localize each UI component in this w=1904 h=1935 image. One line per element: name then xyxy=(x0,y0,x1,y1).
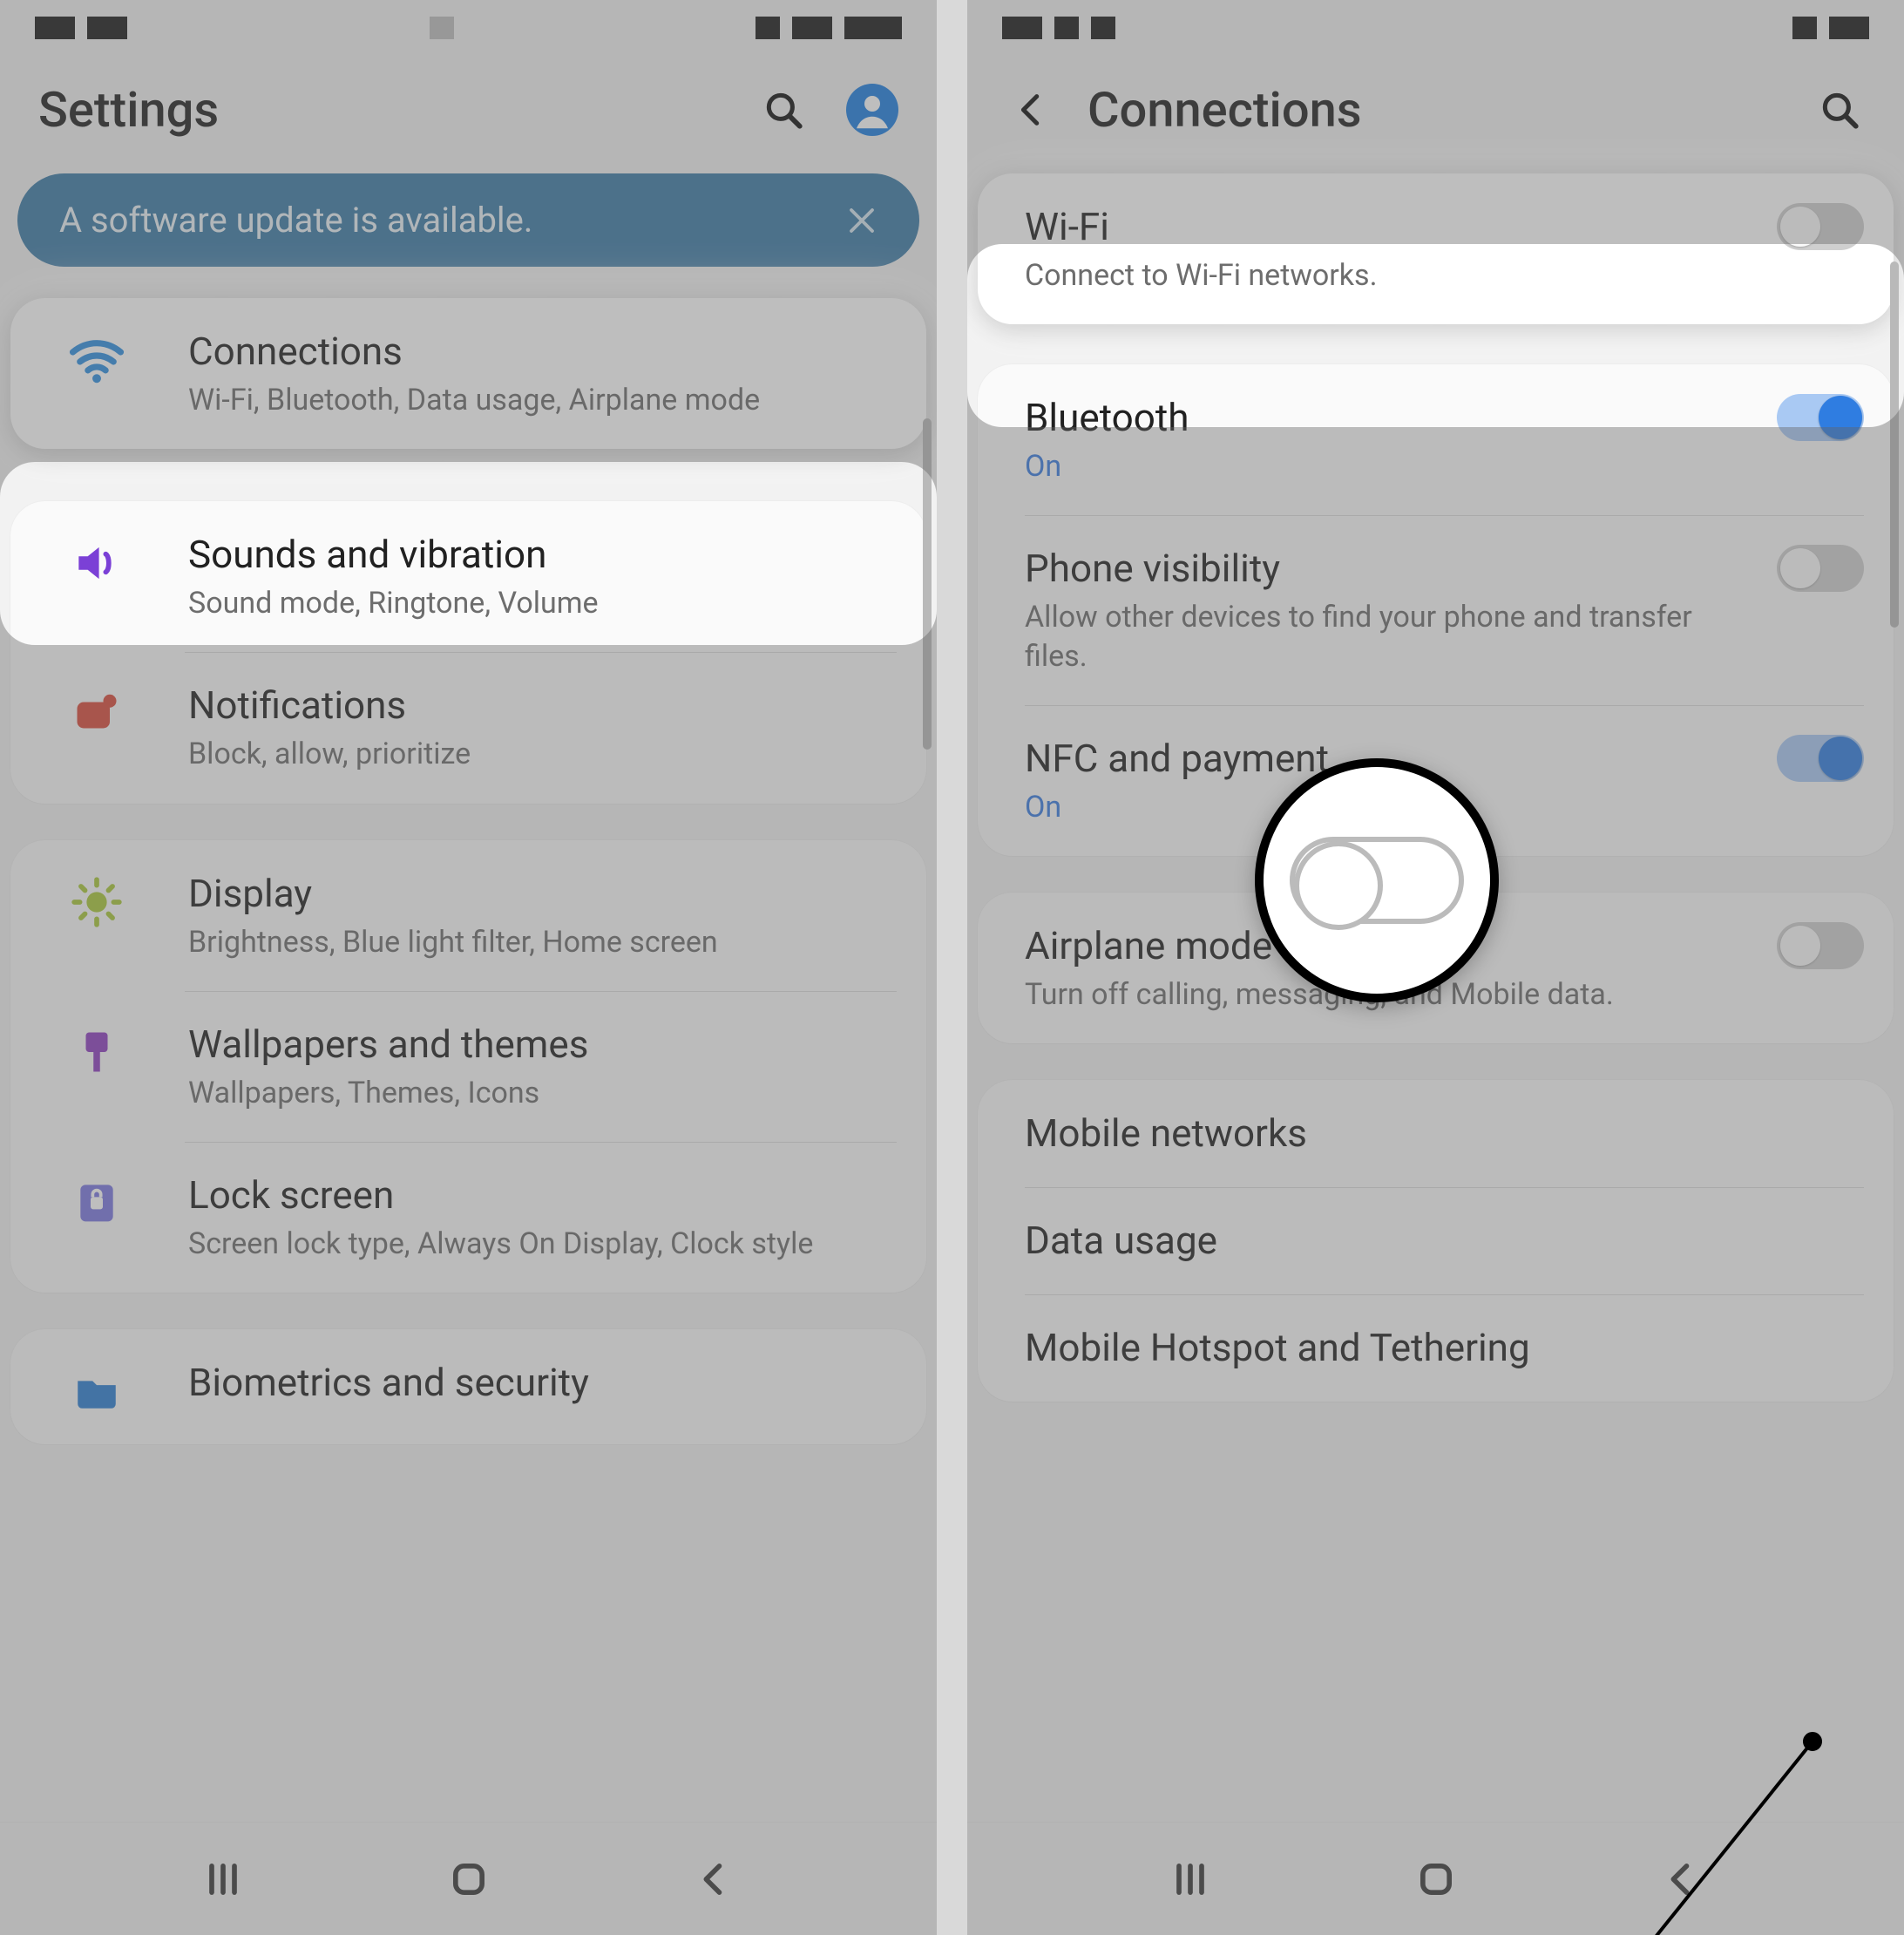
row-subtitle: Allow other devices to find your phone a… xyxy=(1025,598,1724,675)
airplane-mode-toggle[interactable] xyxy=(1777,922,1864,969)
status-signal-icon xyxy=(792,17,832,39)
folder-icon xyxy=(71,1364,122,1415)
banner-text: A software update is available. xyxy=(59,200,532,241)
back-icon xyxy=(691,1857,736,1902)
status-icon xyxy=(1054,17,1079,39)
row-subtitle: Wi-Fi, Bluetooth, Data usage, Airplane m… xyxy=(188,381,897,419)
row-subtitle: On xyxy=(1025,447,1724,485)
display-icon xyxy=(70,875,124,929)
status-icon xyxy=(87,17,127,39)
status-signal-icon xyxy=(756,17,780,39)
row-subtitle: Brightness, Blue light filter, Home scre… xyxy=(188,923,897,961)
row-title: Bluetooth xyxy=(1025,394,1724,442)
search-icon xyxy=(762,88,805,132)
phone-settings: Settings A software update is available.… xyxy=(0,0,937,1935)
status-battery-icon xyxy=(1829,17,1869,39)
settings-group: Biometrics and security xyxy=(10,1329,926,1444)
connections-row-phone-visibility[interactable]: Phone visibility Allow other devices to … xyxy=(978,515,1894,704)
app-header: Connections xyxy=(967,39,1904,173)
navigation-bar xyxy=(0,1822,937,1935)
status-icon xyxy=(430,17,454,39)
chevron-left-icon xyxy=(1012,90,1052,130)
nav-back-button[interactable] xyxy=(691,1857,736,1902)
row-title: Display xyxy=(188,870,897,918)
row-subtitle: Sound mode, Ringtone, Volume xyxy=(188,584,897,622)
nfc-toggle[interactable] xyxy=(1777,735,1864,782)
row-title: Mobile networks xyxy=(1025,1110,1864,1158)
connections-row-hotspot[interactable]: Mobile Hotspot and Tethering xyxy=(978,1294,1894,1402)
paint-icon xyxy=(71,1026,123,1078)
row-title: Biometrics and security xyxy=(188,1359,897,1407)
status-bar xyxy=(967,0,1904,39)
phone-connections: Connections Wi-Fi Connect to Wi-Fi netwo… xyxy=(967,0,1904,1935)
page-title: Settings xyxy=(38,81,219,139)
settings-row-connections[interactable]: Connections Wi-Fi, Bluetooth, Data usage… xyxy=(10,298,926,449)
row-subtitle: Connect to Wi-Fi networks. xyxy=(1025,256,1724,295)
bluetooth-toggle[interactable] xyxy=(1777,394,1864,441)
notifications-icon xyxy=(71,687,123,739)
search-button[interactable] xyxy=(1813,84,1866,136)
row-title: Notifications xyxy=(188,682,897,730)
sound-icon xyxy=(70,536,124,590)
wifi-toggle[interactable] xyxy=(1777,203,1864,250)
settings-row-wallpapers[interactable]: Wallpapers and themes Wallpapers, Themes… xyxy=(10,991,926,1142)
status-bar xyxy=(0,0,937,39)
settings-row-sounds[interactable]: Sounds and vibration Sound mode, Rington… xyxy=(10,501,926,652)
settings-row-lockscreen[interactable]: Lock screen Screen lock type, Always On … xyxy=(10,1142,926,1293)
status-signal-icon xyxy=(1792,17,1817,39)
connections-row-data-usage[interactable]: Data usage xyxy=(978,1187,1894,1294)
close-icon xyxy=(846,205,877,236)
settings-group: Display Brightness, Blue light filter, H… xyxy=(10,840,926,1293)
row-title: Wi-Fi xyxy=(1025,203,1724,251)
recents-icon xyxy=(200,1857,246,1902)
header-back-button[interactable] xyxy=(1006,84,1058,136)
row-subtitle: Block, allow, prioritize xyxy=(188,735,897,773)
connections-group: Mobile networks Data usage Mobile Hotspo… xyxy=(978,1080,1894,1402)
row-title: Connections xyxy=(188,328,897,376)
search-button[interactable] xyxy=(757,84,810,136)
search-icon xyxy=(1818,88,1861,132)
app-header: Settings xyxy=(0,39,937,173)
status-icon xyxy=(1002,17,1042,39)
row-title: Lock screen xyxy=(188,1171,897,1219)
toggle-off-large-icon xyxy=(1290,837,1464,924)
callout-leader-line xyxy=(967,1402,1904,1935)
page-title: Connections xyxy=(1088,81,1362,139)
scroll-indicator[interactable] xyxy=(1890,261,1899,628)
row-title: Wallpapers and themes xyxy=(188,1021,897,1069)
row-title: Sounds and vibration xyxy=(188,531,897,579)
settings-row-biometrics[interactable]: Biometrics and security xyxy=(10,1329,926,1444)
connections-row-bluetooth[interactable]: Bluetooth On xyxy=(978,364,1894,515)
row-title: Mobile Hotspot and Tethering xyxy=(1025,1324,1864,1372)
status-icon xyxy=(1091,17,1115,39)
status-battery-icon xyxy=(844,17,902,39)
update-banner[interactable]: A software update is available. xyxy=(17,173,919,267)
row-title: Phone visibility xyxy=(1025,545,1724,593)
row-subtitle: Screen lock type, Always On Display, Clo… xyxy=(188,1225,897,1263)
nav-recents-button[interactable] xyxy=(200,1857,246,1902)
settings-group-connections: Connections Wi-Fi, Bluetooth, Data usage… xyxy=(10,298,926,449)
toggle-magnifier-callout xyxy=(1255,758,1499,1002)
nav-home-button[interactable] xyxy=(446,1857,491,1902)
connections-row-wifi[interactable]: Wi-Fi Connect to Wi-Fi networks. xyxy=(978,173,1894,324)
lock-icon xyxy=(72,1177,121,1226)
user-avatar-icon xyxy=(846,81,898,139)
banner-close-button[interactable] xyxy=(846,205,877,236)
row-subtitle: Wallpapers, Themes, Icons xyxy=(188,1074,897,1112)
home-icon xyxy=(446,1857,491,1902)
connections-group-wifi: Wi-Fi Connect to Wi-Fi networks. xyxy=(978,173,1894,324)
phone-visibility-toggle[interactable] xyxy=(1777,545,1864,592)
settings-row-display[interactable]: Display Brightness, Blue light filter, H… xyxy=(10,840,926,991)
settings-group: Sounds and vibration Sound mode, Rington… xyxy=(10,501,926,803)
row-title: Data usage xyxy=(1025,1217,1864,1265)
account-button[interactable] xyxy=(846,84,898,136)
settings-row-notifications[interactable]: Notifications Block, allow, prioritize xyxy=(10,652,926,803)
scroll-indicator[interactable] xyxy=(923,418,932,750)
wifi-icon xyxy=(68,333,125,390)
connections-row-mobile-networks[interactable]: Mobile networks xyxy=(978,1080,1894,1187)
status-icon xyxy=(35,17,75,39)
